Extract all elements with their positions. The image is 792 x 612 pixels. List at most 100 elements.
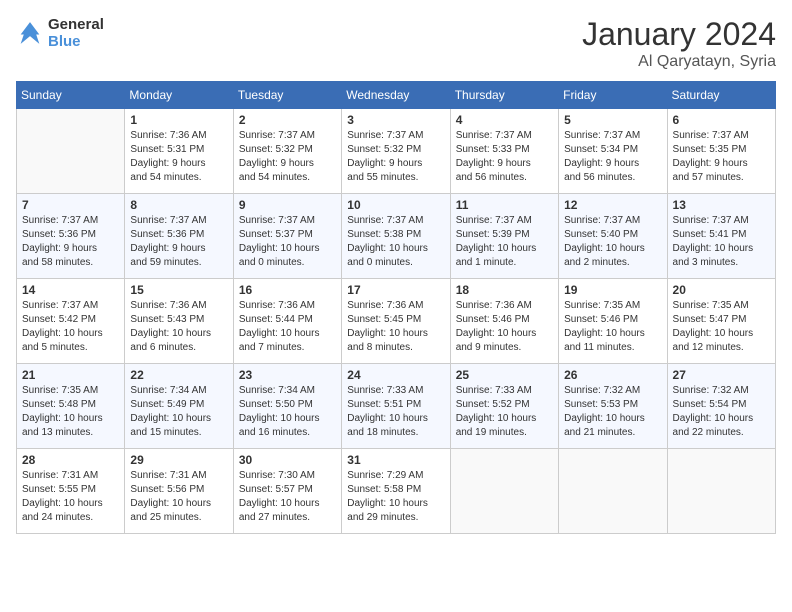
- day-number: 9: [239, 198, 336, 212]
- day-info: Sunrise: 7:32 AMSunset: 5:54 PMDaylight:…: [673, 384, 770, 440]
- day-info: Sunrise: 7:37 AMSunset: 5:38 PMDaylight:…: [347, 214, 444, 270]
- day-info: Sunrise: 7:37 AMSunset: 5:36 PMDaylight:…: [130, 214, 227, 270]
- calendar-cell: 13 Sunrise: 7:37 AMSunset: 5:41 PMDayligh…: [667, 194, 775, 279]
- calendar-cell: 8 Sunrise: 7:37 AMSunset: 5:36 PMDaylight…: [125, 194, 233, 279]
- calendar-cell: 10 Sunrise: 7:37 AMSunset: 5:38 PMDayligh…: [342, 194, 450, 279]
- logo: General Blue: [16, 16, 104, 50]
- calendar-cell: 4 Sunrise: 7:37 AMSunset: 5:33 PMDaylight…: [450, 109, 558, 194]
- day-info: Sunrise: 7:35 AMSunset: 5:46 PMDaylight:…: [564, 299, 661, 355]
- col-header-monday: Monday: [125, 82, 233, 109]
- day-number: 14: [22, 283, 119, 297]
- day-number: 6: [673, 113, 770, 127]
- page-header: General Blue January 2024 Al Qaryatayn, …: [16, 16, 776, 71]
- day-number: 12: [564, 198, 661, 212]
- day-number: 11: [456, 198, 553, 212]
- calendar-cell: 22 Sunrise: 7:34 AMSunset: 5:49 PMDayligh…: [125, 364, 233, 449]
- day-info: Sunrise: 7:37 AMSunset: 5:39 PMDaylight:…: [456, 214, 553, 270]
- day-info: Sunrise: 7:36 AMSunset: 5:31 PMDaylight:…: [130, 129, 227, 185]
- day-info: Sunrise: 7:35 AMSunset: 5:48 PMDaylight:…: [22, 384, 119, 440]
- day-number: 19: [564, 283, 661, 297]
- week-row-4: 21 Sunrise: 7:35 AMSunset: 5:48 PMDayligh…: [17, 364, 776, 449]
- day-info: Sunrise: 7:36 AMSunset: 5:44 PMDaylight:…: [239, 299, 336, 355]
- day-number: 7: [22, 198, 119, 212]
- col-header-thursday: Thursday: [450, 82, 558, 109]
- calendar-cell: [17, 109, 125, 194]
- calendar-cell: 11 Sunrise: 7:37 AMSunset: 5:39 PMDayligh…: [450, 194, 558, 279]
- logo-text: General Blue: [48, 16, 104, 50]
- day-info: Sunrise: 7:33 AMSunset: 5:51 PMDaylight:…: [347, 384, 444, 440]
- day-info: Sunrise: 7:30 AMSunset: 5:57 PMDaylight:…: [239, 469, 336, 525]
- day-number: 25: [456, 368, 553, 382]
- calendar-cell: 1 Sunrise: 7:36 AMSunset: 5:31 PMDaylight…: [125, 109, 233, 194]
- calendar-cell: 27 Sunrise: 7:32 AMSunset: 5:54 PMDayligh…: [667, 364, 775, 449]
- calendar-header-row: SundayMondayTuesdayWednesdayThursdayFrid…: [17, 82, 776, 109]
- calendar-cell: 12 Sunrise: 7:37 AMSunset: 5:40 PMDayligh…: [559, 194, 667, 279]
- calendar-cell: 25 Sunrise: 7:33 AMSunset: 5:52 PMDayligh…: [450, 364, 558, 449]
- day-number: 29: [130, 453, 227, 467]
- day-number: 15: [130, 283, 227, 297]
- day-info: Sunrise: 7:29 AMSunset: 5:58 PMDaylight:…: [347, 469, 444, 525]
- calendar-cell: 16 Sunrise: 7:36 AMSunset: 5:44 PMDayligh…: [233, 279, 341, 364]
- calendar-cell: 15 Sunrise: 7:36 AMSunset: 5:43 PMDayligh…: [125, 279, 233, 364]
- day-number: 22: [130, 368, 227, 382]
- day-number: 27: [673, 368, 770, 382]
- day-number: 28: [22, 453, 119, 467]
- col-header-friday: Friday: [559, 82, 667, 109]
- day-number: 24: [347, 368, 444, 382]
- calendar-cell: 23 Sunrise: 7:34 AMSunset: 5:50 PMDayligh…: [233, 364, 341, 449]
- calendar-cell: 9 Sunrise: 7:37 AMSunset: 5:37 PMDaylight…: [233, 194, 341, 279]
- day-info: Sunrise: 7:37 AMSunset: 5:42 PMDaylight:…: [22, 299, 119, 355]
- calendar-cell: 21 Sunrise: 7:35 AMSunset: 5:48 PMDayligh…: [17, 364, 125, 449]
- calendar-cell: 19 Sunrise: 7:35 AMSunset: 5:46 PMDayligh…: [559, 279, 667, 364]
- location-title: Al Qaryatayn, Syria: [582, 53, 776, 71]
- day-number: 13: [673, 198, 770, 212]
- day-info: Sunrise: 7:37 AMSunset: 5:40 PMDaylight:…: [564, 214, 661, 270]
- day-number: 2: [239, 113, 336, 127]
- calendar-cell: 14 Sunrise: 7:37 AMSunset: 5:42 PMDayligh…: [17, 279, 125, 364]
- day-number: 30: [239, 453, 336, 467]
- day-info: Sunrise: 7:37 AMSunset: 5:37 PMDaylight:…: [239, 214, 336, 270]
- calendar-cell: 5 Sunrise: 7:37 AMSunset: 5:34 PMDaylight…: [559, 109, 667, 194]
- calendar-cell: 26Sunrise: 7:32 AMSunset: 5:53 PMDayligh…: [559, 364, 667, 449]
- day-info: Sunrise: 7:34 AMSunset: 5:50 PMDaylight:…: [239, 384, 336, 440]
- day-number: 17: [347, 283, 444, 297]
- day-number: 18: [456, 283, 553, 297]
- day-info: Sunrise: 7:37 AMSunset: 5:35 PMDaylight:…: [673, 129, 770, 185]
- day-info: Sunrise: 7:36 AMSunset: 5:43 PMDaylight:…: [130, 299, 227, 355]
- week-row-5: 28 Sunrise: 7:31 AMSunset: 5:55 PMDayligh…: [17, 449, 776, 534]
- day-info: Sunrise: 7:37 AMSunset: 5:32 PMDaylight:…: [239, 129, 336, 185]
- calendar-cell: [667, 449, 775, 534]
- calendar-cell: 18 Sunrise: 7:36 AMSunset: 5:46 PMDayligh…: [450, 279, 558, 364]
- week-row-1: 1 Sunrise: 7:36 AMSunset: 5:31 PMDaylight…: [17, 109, 776, 194]
- calendar-cell: 7Sunrise: 7:37 AMSunset: 5:36 PMDaylight…: [17, 194, 125, 279]
- day-number: 21: [22, 368, 119, 382]
- day-info: Sunrise: 7:37 AMSunset: 5:34 PMDaylight:…: [564, 129, 661, 185]
- day-info: Sunrise: 7:31 AMSunset: 5:56 PMDaylight:…: [130, 469, 227, 525]
- day-number: 5: [564, 113, 661, 127]
- day-number: 10: [347, 198, 444, 212]
- week-row-3: 14 Sunrise: 7:37 AMSunset: 5:42 PMDayligh…: [17, 279, 776, 364]
- day-number: 4: [456, 113, 553, 127]
- calendar-cell: [559, 449, 667, 534]
- day-info: Sunrise: 7:36 AMSunset: 5:46 PMDaylight:…: [456, 299, 553, 355]
- calendar-cell: 17 Sunrise: 7:36 AMSunset: 5:45 PMDayligh…: [342, 279, 450, 364]
- calendar-cell: 29 Sunrise: 7:31 AMSunset: 5:56 PMDayligh…: [125, 449, 233, 534]
- col-header-tuesday: Tuesday: [233, 82, 341, 109]
- week-row-2: 7 Sunrise: 7:37 AMSunset: 5:36 PMDaylight…: [17, 194, 776, 279]
- day-number: 8: [130, 198, 227, 212]
- day-number: 23: [239, 368, 336, 382]
- day-info: Sunrise: 7:36 AMSunset: 5:45 PMDaylight:…: [347, 299, 444, 355]
- day-number: 1: [130, 113, 227, 127]
- calendar-cell: 3Sunrise: 7:37 AMSunset: 5:32 PMDaylight…: [342, 109, 450, 194]
- day-info: Sunrise: 7:34 AMSunset: 5:49 PMDaylight:…: [130, 384, 227, 440]
- day-number: 16: [239, 283, 336, 297]
- day-info: Sunrise: 7:33 AMSunset: 5:52 PMDaylight:…: [456, 384, 553, 440]
- day-number: 26: [564, 368, 661, 382]
- calendar-cell: 28 Sunrise: 7:31 AMSunset: 5:55 PMDayligh…: [17, 449, 125, 534]
- day-info: Sunrise: 7:31 AMSunset: 5:55 PMDaylight:…: [22, 469, 119, 525]
- day-number: 20: [673, 283, 770, 297]
- calendar-cell: 31Sunrise: 7:29 AMSunset: 5:58 PMDayligh…: [342, 449, 450, 534]
- day-info: Sunrise: 7:37 AMSunset: 5:41 PMDaylight:…: [673, 214, 770, 270]
- calendar-cell: 2 Sunrise: 7:37 AMSunset: 5:32 PMDaylight…: [233, 109, 341, 194]
- day-info: Sunrise: 7:37 AMSunset: 5:33 PMDaylight:…: [456, 129, 553, 185]
